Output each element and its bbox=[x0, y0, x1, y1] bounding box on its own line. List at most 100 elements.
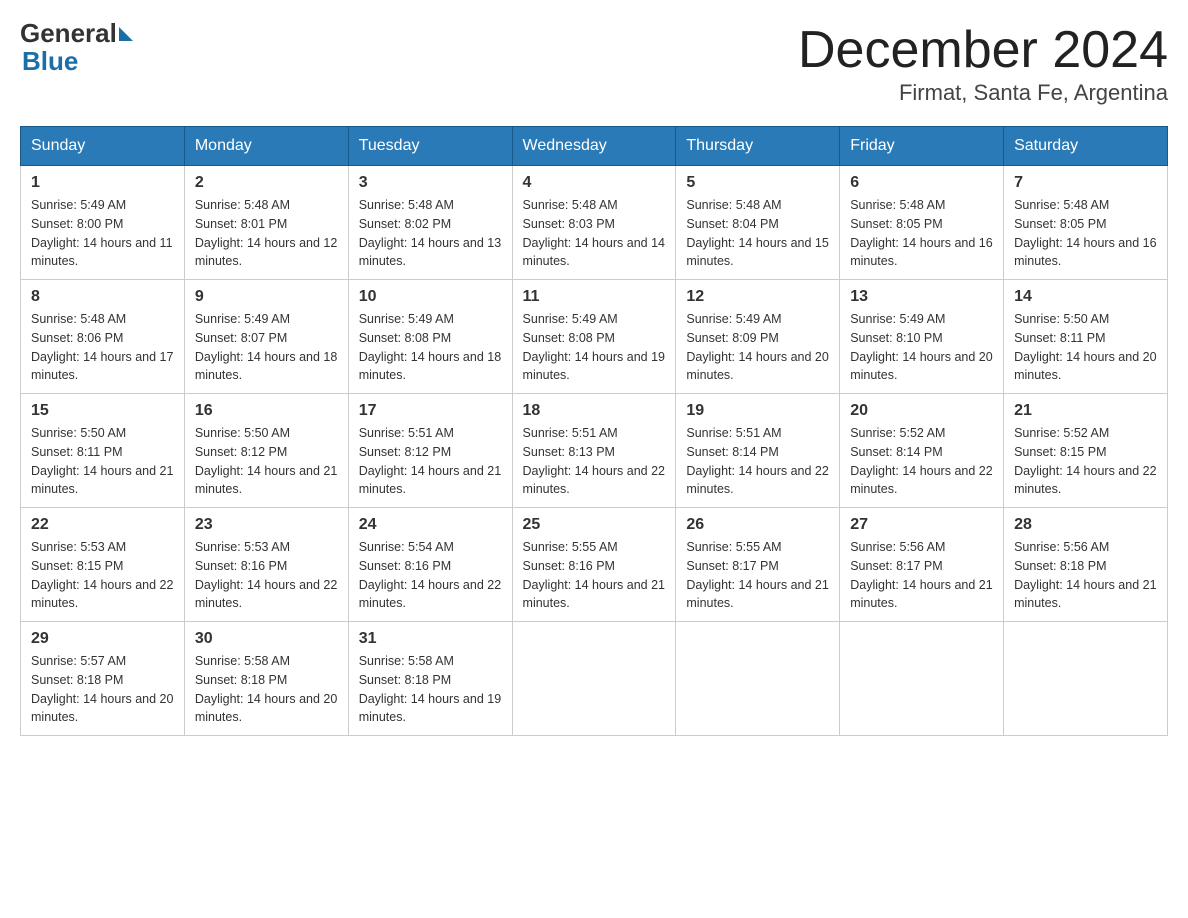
calendar-cell: 21 Sunrise: 5:52 AM Sunset: 8:15 PM Dayl… bbox=[1004, 394, 1168, 508]
day-info: Sunrise: 5:51 AM Sunset: 8:13 PM Dayligh… bbox=[523, 424, 666, 499]
calendar-cell: 13 Sunrise: 5:49 AM Sunset: 8:10 PM Dayl… bbox=[840, 280, 1004, 394]
page-title: December 2024 bbox=[798, 20, 1168, 80]
day-number: 31 bbox=[359, 630, 502, 648]
day-info: Sunrise: 5:48 AM Sunset: 8:06 PM Dayligh… bbox=[31, 310, 174, 385]
calendar-cell: 23 Sunrise: 5:53 AM Sunset: 8:16 PM Dayl… bbox=[184, 508, 348, 622]
calendar-cell: 17 Sunrise: 5:51 AM Sunset: 8:12 PM Dayl… bbox=[348, 394, 512, 508]
calendar-cell: 11 Sunrise: 5:49 AM Sunset: 8:08 PM Dayl… bbox=[512, 280, 676, 394]
day-info: Sunrise: 5:49 AM Sunset: 8:10 PM Dayligh… bbox=[850, 310, 993, 385]
day-number: 28 bbox=[1014, 516, 1157, 534]
logo: General Blue bbox=[20, 20, 133, 77]
day-info: Sunrise: 5:52 AM Sunset: 8:15 PM Dayligh… bbox=[1014, 424, 1157, 499]
day-info: Sunrise: 5:49 AM Sunset: 8:08 PM Dayligh… bbox=[359, 310, 502, 385]
day-number: 21 bbox=[1014, 402, 1157, 420]
day-number: 17 bbox=[359, 402, 502, 420]
calendar-cell: 4 Sunrise: 5:48 AM Sunset: 8:03 PM Dayli… bbox=[512, 166, 676, 280]
day-number: 14 bbox=[1014, 288, 1157, 306]
day-info: Sunrise: 5:49 AM Sunset: 8:07 PM Dayligh… bbox=[195, 310, 338, 385]
day-info: Sunrise: 5:50 AM Sunset: 8:11 PM Dayligh… bbox=[1014, 310, 1157, 385]
day-info: Sunrise: 5:55 AM Sunset: 8:17 PM Dayligh… bbox=[686, 538, 829, 613]
calendar-header-sunday: Sunday bbox=[21, 127, 185, 166]
calendar-cell: 29 Sunrise: 5:57 AM Sunset: 8:18 PM Dayl… bbox=[21, 622, 185, 736]
calendar-header-tuesday: Tuesday bbox=[348, 127, 512, 166]
calendar-cell: 2 Sunrise: 5:48 AM Sunset: 8:01 PM Dayli… bbox=[184, 166, 348, 280]
calendar-cell: 1 Sunrise: 5:49 AM Sunset: 8:00 PM Dayli… bbox=[21, 166, 185, 280]
day-number: 2 bbox=[195, 174, 338, 192]
day-info: Sunrise: 5:58 AM Sunset: 8:18 PM Dayligh… bbox=[359, 652, 502, 727]
day-info: Sunrise: 5:48 AM Sunset: 8:05 PM Dayligh… bbox=[850, 196, 993, 271]
day-info: Sunrise: 5:56 AM Sunset: 8:18 PM Dayligh… bbox=[1014, 538, 1157, 613]
day-info: Sunrise: 5:58 AM Sunset: 8:18 PM Dayligh… bbox=[195, 652, 338, 727]
day-number: 29 bbox=[31, 630, 174, 648]
day-info: Sunrise: 5:56 AM Sunset: 8:17 PM Dayligh… bbox=[850, 538, 993, 613]
calendar-cell: 22 Sunrise: 5:53 AM Sunset: 8:15 PM Dayl… bbox=[21, 508, 185, 622]
calendar-cell bbox=[1004, 622, 1168, 736]
day-number: 22 bbox=[31, 516, 174, 534]
day-info: Sunrise: 5:48 AM Sunset: 8:05 PM Dayligh… bbox=[1014, 196, 1157, 271]
day-info: Sunrise: 5:54 AM Sunset: 8:16 PM Dayligh… bbox=[359, 538, 502, 613]
day-number: 19 bbox=[686, 402, 829, 420]
day-number: 13 bbox=[850, 288, 993, 306]
calendar-cell: 18 Sunrise: 5:51 AM Sunset: 8:13 PM Dayl… bbox=[512, 394, 676, 508]
day-number: 5 bbox=[686, 174, 829, 192]
day-info: Sunrise: 5:51 AM Sunset: 8:12 PM Dayligh… bbox=[359, 424, 502, 499]
calendar-cell: 16 Sunrise: 5:50 AM Sunset: 8:12 PM Dayl… bbox=[184, 394, 348, 508]
calendar-header-thursday: Thursday bbox=[676, 127, 840, 166]
calendar-header-monday: Monday bbox=[184, 127, 348, 166]
page-header: General Blue December 2024 Firmat, Santa… bbox=[20, 20, 1168, 106]
calendar-week-row: 22 Sunrise: 5:53 AM Sunset: 8:15 PM Dayl… bbox=[21, 508, 1168, 622]
calendar-cell: 30 Sunrise: 5:58 AM Sunset: 8:18 PM Dayl… bbox=[184, 622, 348, 736]
day-info: Sunrise: 5:48 AM Sunset: 8:02 PM Dayligh… bbox=[359, 196, 502, 271]
day-number: 10 bbox=[359, 288, 502, 306]
day-info: Sunrise: 5:57 AM Sunset: 8:18 PM Dayligh… bbox=[31, 652, 174, 727]
calendar-table: SundayMondayTuesdayWednesdayThursdayFrid… bbox=[20, 126, 1168, 736]
day-info: Sunrise: 5:49 AM Sunset: 8:09 PM Dayligh… bbox=[686, 310, 829, 385]
calendar-cell bbox=[840, 622, 1004, 736]
day-number: 12 bbox=[686, 288, 829, 306]
day-number: 23 bbox=[195, 516, 338, 534]
calendar-cell: 15 Sunrise: 5:50 AM Sunset: 8:11 PM Dayl… bbox=[21, 394, 185, 508]
logo-blue-text: Blue bbox=[22, 46, 78, 77]
calendar-cell: 12 Sunrise: 5:49 AM Sunset: 8:09 PM Dayl… bbox=[676, 280, 840, 394]
day-info: Sunrise: 5:50 AM Sunset: 8:11 PM Dayligh… bbox=[31, 424, 174, 499]
calendar-cell: 19 Sunrise: 5:51 AM Sunset: 8:14 PM Dayl… bbox=[676, 394, 840, 508]
day-number: 6 bbox=[850, 174, 993, 192]
calendar-cell: 27 Sunrise: 5:56 AM Sunset: 8:17 PM Dayl… bbox=[840, 508, 1004, 622]
calendar-header-friday: Friday bbox=[840, 127, 1004, 166]
day-number: 30 bbox=[195, 630, 338, 648]
day-number: 15 bbox=[31, 402, 174, 420]
page-subtitle: Firmat, Santa Fe, Argentina bbox=[798, 80, 1168, 106]
day-info: Sunrise: 5:48 AM Sunset: 8:01 PM Dayligh… bbox=[195, 196, 338, 271]
day-number: 20 bbox=[850, 402, 993, 420]
day-info: Sunrise: 5:48 AM Sunset: 8:03 PM Dayligh… bbox=[523, 196, 666, 271]
calendar-cell: 28 Sunrise: 5:56 AM Sunset: 8:18 PM Dayl… bbox=[1004, 508, 1168, 622]
day-info: Sunrise: 5:50 AM Sunset: 8:12 PM Dayligh… bbox=[195, 424, 338, 499]
calendar-cell: 9 Sunrise: 5:49 AM Sunset: 8:07 PM Dayli… bbox=[184, 280, 348, 394]
calendar-header-wednesday: Wednesday bbox=[512, 127, 676, 166]
day-info: Sunrise: 5:51 AM Sunset: 8:14 PM Dayligh… bbox=[686, 424, 829, 499]
calendar-cell: 20 Sunrise: 5:52 AM Sunset: 8:14 PM Dayl… bbox=[840, 394, 1004, 508]
calendar-cell: 6 Sunrise: 5:48 AM Sunset: 8:05 PM Dayli… bbox=[840, 166, 1004, 280]
day-info: Sunrise: 5:48 AM Sunset: 8:04 PM Dayligh… bbox=[686, 196, 829, 271]
day-number: 1 bbox=[31, 174, 174, 192]
day-number: 16 bbox=[195, 402, 338, 420]
calendar-week-row: 15 Sunrise: 5:50 AM Sunset: 8:11 PM Dayl… bbox=[21, 394, 1168, 508]
day-number: 24 bbox=[359, 516, 502, 534]
calendar-week-row: 1 Sunrise: 5:49 AM Sunset: 8:00 PM Dayli… bbox=[21, 166, 1168, 280]
calendar-header-row: SundayMondayTuesdayWednesdayThursdayFrid… bbox=[21, 127, 1168, 166]
calendar-cell: 3 Sunrise: 5:48 AM Sunset: 8:02 PM Dayli… bbox=[348, 166, 512, 280]
day-info: Sunrise: 5:52 AM Sunset: 8:14 PM Dayligh… bbox=[850, 424, 993, 499]
calendar-cell: 14 Sunrise: 5:50 AM Sunset: 8:11 PM Dayl… bbox=[1004, 280, 1168, 394]
calendar-cell bbox=[512, 622, 676, 736]
day-info: Sunrise: 5:53 AM Sunset: 8:15 PM Dayligh… bbox=[31, 538, 174, 613]
day-info: Sunrise: 5:49 AM Sunset: 8:08 PM Dayligh… bbox=[523, 310, 666, 385]
day-info: Sunrise: 5:53 AM Sunset: 8:16 PM Dayligh… bbox=[195, 538, 338, 613]
calendar-cell: 25 Sunrise: 5:55 AM Sunset: 8:16 PM Dayl… bbox=[512, 508, 676, 622]
calendar-cell: 5 Sunrise: 5:48 AM Sunset: 8:04 PM Dayli… bbox=[676, 166, 840, 280]
day-number: 3 bbox=[359, 174, 502, 192]
day-number: 25 bbox=[523, 516, 666, 534]
calendar-week-row: 29 Sunrise: 5:57 AM Sunset: 8:18 PM Dayl… bbox=[21, 622, 1168, 736]
calendar-cell bbox=[676, 622, 840, 736]
calendar-cell: 10 Sunrise: 5:49 AM Sunset: 8:08 PM Dayl… bbox=[348, 280, 512, 394]
calendar-cell: 8 Sunrise: 5:48 AM Sunset: 8:06 PM Dayli… bbox=[21, 280, 185, 394]
